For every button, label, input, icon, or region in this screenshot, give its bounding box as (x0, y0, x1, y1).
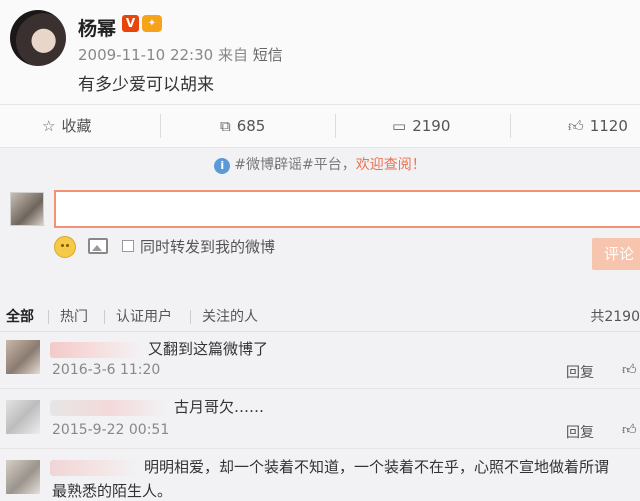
like-comment-icon[interactable]: 👍︎ (622, 421, 637, 438)
repost-icon: ⧉ (220, 117, 231, 135)
divider (0, 388, 640, 389)
divider (104, 310, 105, 324)
post-text: 有多少爱可以胡来 (78, 75, 214, 95)
like-button[interactable]: 👍︎ 1120 (568, 105, 628, 147)
divider (335, 114, 336, 138)
comment-item: 又翻到这篇微博了 2016-3-6 11:20 回复 👍︎ (0, 334, 640, 384)
rumor-tip: i #微博辟谣#平台，欢迎查阅！ (0, 154, 640, 174)
commenter-name[interactable] (50, 400, 168, 416)
tab-hot[interactable]: 热门 (60, 306, 88, 326)
favorite-button[interactable]: ☆ 收藏 (42, 105, 91, 147)
commenter-name[interactable] (50, 460, 140, 476)
tip-link[interactable]: 欢迎查阅！ (356, 157, 426, 173)
divider (190, 310, 191, 324)
tab-all[interactable]: 全部 (6, 306, 34, 326)
comment-avatar[interactable] (6, 460, 40, 494)
commenter-name[interactable] (50, 342, 142, 358)
username[interactable]: 杨幂 (78, 14, 116, 41)
reply-button[interactable]: 回复 (566, 422, 594, 442)
avatar[interactable] (10, 10, 66, 66)
comment-time: 2015-9-22 00:51 (52, 422, 170, 438)
divider (48, 310, 49, 324)
action-bar: ☆ 收藏 ⧉ 685 ▭ 2190 👍︎ 1120 (0, 104, 640, 148)
comment-text-continued: 最熟悉的陌生人。 (52, 482, 173, 500)
repost-button[interactable]: ⧉ 685 (220, 105, 265, 147)
like-comment-icon[interactable]: 👍︎ (622, 361, 637, 378)
source-prefix: 来自 (217, 46, 248, 64)
comment-avatar[interactable] (6, 400, 40, 434)
favorite-label: 收藏 (61, 117, 92, 135)
post-source[interactable]: 短信 (253, 46, 283, 64)
weibo-post-page: 杨幂 V ✦ 2009-11-10 22:30 来自 短信 有多少爱可以胡来 ☆… (0, 0, 640, 501)
comment-count: 2190 (412, 117, 451, 135)
comment-filter-tabs: 全部 热门 认证用户 关注的人 共2190 (0, 302, 640, 332)
reply-button[interactable]: 回复 (566, 362, 594, 382)
comment-item: 明明相爱，却一个装着不知道，一个装着不在乎，心照不宣地做着所谓 最熟悉的陌生人。 (0, 452, 640, 501)
info-icon: i (214, 158, 231, 174)
repost-checkbox-label[interactable]: 同时转发到我的微博 (140, 236, 275, 257)
submit-comment-button[interactable]: 评论 (592, 238, 640, 270)
comment-input[interactable] (54, 190, 640, 228)
tip-topic[interactable]: #微博辟谣#平台， (234, 157, 355, 173)
post-card: 杨幂 V ✦ 2009-11-10 22:30 来自 短信 有多少爱可以胡来 (0, 0, 640, 104)
repost-count: 685 (236, 117, 266, 135)
verified-badge-icon: V (122, 15, 139, 32)
divider (160, 114, 161, 138)
comment-text: 明明相爱，却一个装着不知道，一个装着不在乎，心照不宣地做着所谓 (144, 458, 610, 476)
tab-verified[interactable]: 认证用户 (116, 306, 172, 326)
member-badge-icon: ✦ (142, 15, 162, 32)
comment-item: 古月哥欠…… 2015-9-22 00:51 回复 👍︎ (0, 392, 640, 444)
comment-time: 2016-3-6 11:20 (52, 362, 161, 378)
tab-following[interactable]: 关注的人 (202, 306, 258, 326)
divider (510, 114, 511, 138)
post-meta: 2009-11-10 22:30 来自 短信 (78, 44, 283, 65)
comment-total: 共2190 (590, 309, 640, 325)
comment-avatar[interactable] (6, 340, 40, 374)
comment-button[interactable]: ▭ 2190 (392, 105, 450, 147)
post-timestamp[interactable]: 2009-11-10 22:30 (78, 46, 213, 64)
divider (0, 448, 640, 449)
image-icon[interactable] (88, 238, 108, 254)
thumbs-up-icon: 👍︎ (568, 117, 584, 135)
comment-text: 古月哥欠…… (174, 398, 265, 416)
comment-icon: ▭ (392, 117, 407, 135)
emoji-icon[interactable] (54, 236, 76, 258)
star-icon: ☆ (42, 117, 56, 135)
like-count: 1120 (589, 117, 628, 135)
comment-text: 又翻到这篇微博了 (148, 340, 269, 358)
current-user-avatar (10, 192, 44, 226)
comment-section: i #微博辟谣#平台，欢迎查阅！ 同时转发到我的微博 评论 全部 热门 认证用户 … (0, 148, 640, 501)
repost-checkbox[interactable] (122, 240, 134, 252)
